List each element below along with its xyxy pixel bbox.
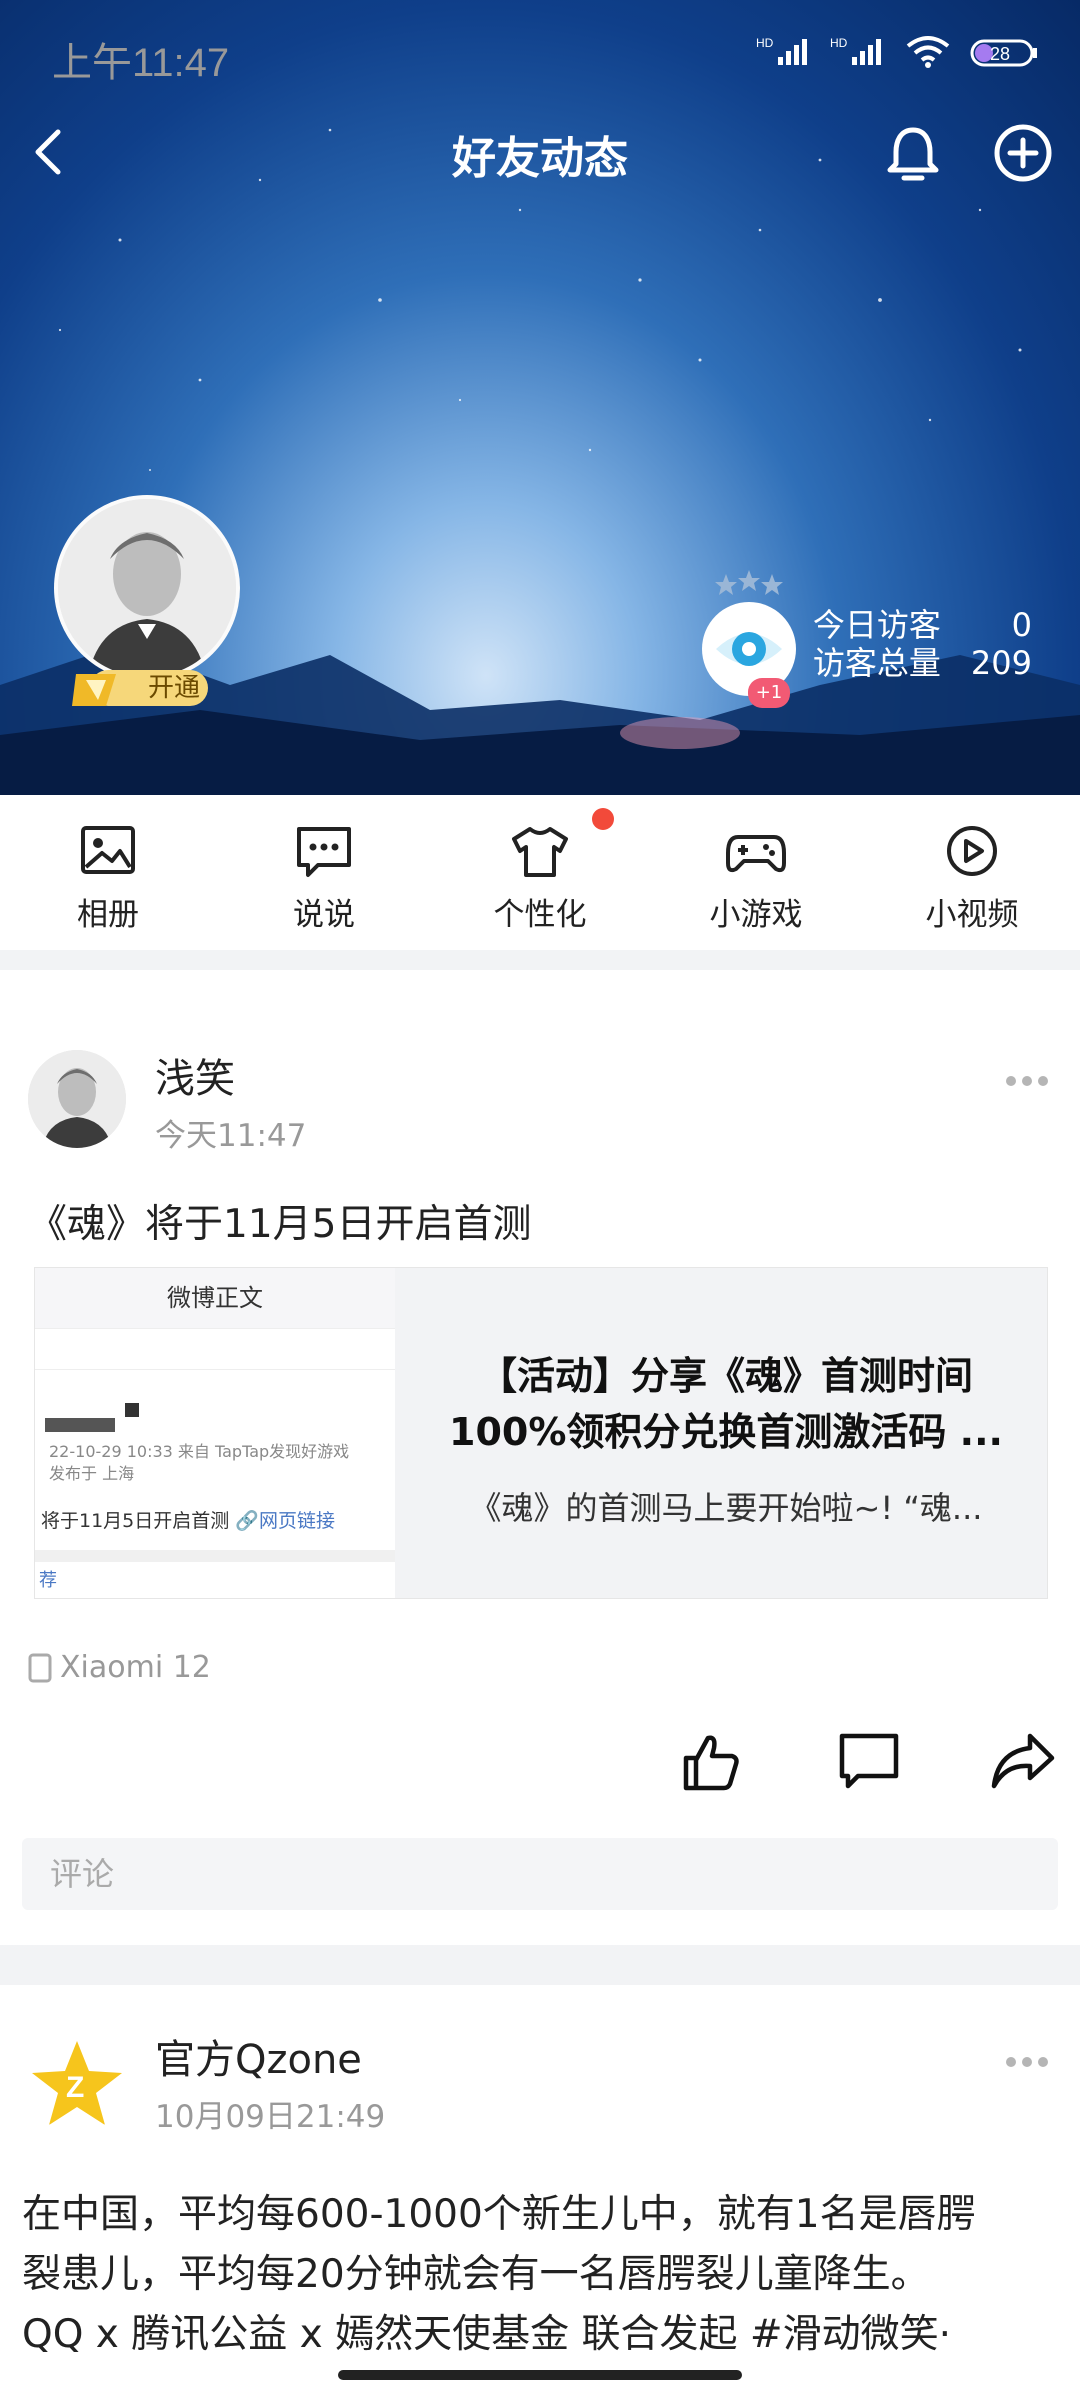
status-bar: 上午11:47 HD HD 28 [0,20,1080,90]
post-time: 今天11:47 [155,1118,307,1154]
svg-text:Z: Z [66,2071,84,2104]
tshirt-icon [512,827,568,877]
post-content: 在中国，平均每600-1000个新生儿中，就有1名是唇腭 裂患儿，平均每20分钟… [22,2185,1062,2365]
stars-icon [715,570,783,595]
post-author[interactable]: 浅笑 [155,1046,235,1104]
post-author[interactable]: 官方Qzone [155,2027,362,2085]
gamepad-icon [726,835,786,873]
play-circle-icon [947,826,997,876]
thumb-header: 微博正文 [35,1268,395,1329]
signal-icon: HD [756,36,807,65]
wifi-icon [906,36,950,68]
link-title-line1: 【活动】分享《魂》首测时间 [478,1354,973,1398]
feature-menu: 相册 说说 个性化 小游戏 小视频 [0,795,1080,950]
today-visitors-label: 今日访客 [812,606,941,644]
thumb-meta: 22-10-29 10:33 来自 TapTap发现好游戏 [49,1442,350,1461]
thumb-text: 将于11月5日开启首测 [41,1510,230,1532]
menu-shortvideo[interactable]: 小视频 [902,823,1042,934]
feed-post-official: Z 官方Qzone 10月09日21:49 在中国，平均每600-1000个新生… [0,1985,1080,2400]
link-title: 【活动】分享《魂》首测时间 100%领积分兑换首测激活码 ... [425,1348,1027,1460]
thumb-web-link: 网页链接 [258,1510,335,1532]
battery-level: 28 [990,44,1010,64]
post-line: 在中国，平均每600-1000个新生儿中，就有1名是唇腭 [22,2192,976,2237]
menu-minigames-label: 小游戏 [709,897,803,933]
top-navigation: 好友动态 [0,110,1080,200]
vip-open-badge[interactable]: 开通 [70,666,210,710]
menu-minigames[interactable]: 小游戏 [686,823,826,934]
link-description: 《魂》的首测马上要开始啦~! “魂... [469,1489,983,1527]
qzone-star-icon: Z [32,2041,122,2125]
link-thumbnail: 微博正文 22-10-29 10:33 来自 TapTap发现好游戏 发布于 上… [35,1268,395,1598]
menu-album[interactable]: 相册 [38,823,178,934]
network-label: HD [756,36,774,50]
today-visitors-value: 0 [1011,606,1032,644]
avatar-portrait-small [28,1050,126,1148]
like-icon[interactable] [680,1730,742,1792]
cover-background[interactable]: 上午11:47 HD HD 28 好友动态 开通 +1 今日访客 0 访客总量 20… [0,0,1080,795]
device-tag: Xiaomi 12 [28,1650,211,1685]
total-visitors-value: 209 [970,644,1032,682]
signal-icon-2: HD [830,36,881,65]
menu-album-label: 相册 [77,897,139,933]
visitor-plus-badge: +1 [748,678,790,708]
post-line: QQ x 腾讯公益 x 嫣然天使基金 联合发起 #滑动微笑· [22,2312,952,2357]
comment-input[interactable]: 评论 [22,1838,1058,1910]
visitor-stats[interactable]: 今日访客 0 访客总量 209 [813,606,1032,682]
status-time: 上午11:47 [52,41,230,85]
link-title-line2: 100%领积分兑换首测激活码 ... [449,1410,1003,1454]
device-name: Xiaomi 12 [60,1650,211,1685]
share-icon[interactable] [990,1732,1056,1790]
add-circle-icon[interactable] [990,120,1056,186]
thumb-meta-2: 发布于 上海 [49,1464,135,1483]
feed-post: 浅笑 今天11:47 《魂》将于11月5日开启首测 微博正文 22-10-29 … [0,970,1080,1945]
status-icons: HD HD 28 [756,34,1040,70]
notification-dot [592,808,614,830]
home-indicator[interactable] [338,2370,742,2380]
menu-personalize-label: 个性化 [493,897,587,933]
menu-moments[interactable]: 说说 [254,823,394,934]
more-icon[interactable] [1004,2055,1050,2069]
battery-icon: 28 [970,39,1037,67]
menu-personalize[interactable]: 个性化 [470,823,610,934]
bell-icon[interactable] [880,120,946,186]
post-content: 《魂》将于11月5日开启首测 [28,1202,532,1247]
post-line: 裂患儿，平均每20分钟就会有一名唇腭裂儿童降生。 [22,2252,930,2297]
total-visitors-label: 访客总量 [812,644,941,682]
profile-avatar[interactable] [54,495,240,681]
network-label-2: HD [830,36,848,50]
avatar-portrait [58,499,236,677]
vip-label: 开通 [148,673,201,703]
phone-icon [28,1653,52,1682]
more-icon[interactable] [1004,1074,1050,1088]
comment-icon[interactable] [838,1732,900,1790]
menu-shortvideo-label: 小视频 [925,897,1019,933]
post-time: 10月09日21:49 [155,2099,386,2135]
menu-moments-label: 说说 [293,897,355,933]
chat-bubble-icon [297,827,351,877]
thumb-recommend: 荐 [39,1570,57,1591]
shared-link-card[interactable]: 微博正文 22-10-29 10:33 来自 TapTap发现好游戏 发布于 上… [34,1267,1048,1599]
qzone-avatar[interactable]: Z [28,2035,126,2133]
photo-album-icon [81,826,135,874]
post-avatar[interactable] [28,1050,126,1148]
